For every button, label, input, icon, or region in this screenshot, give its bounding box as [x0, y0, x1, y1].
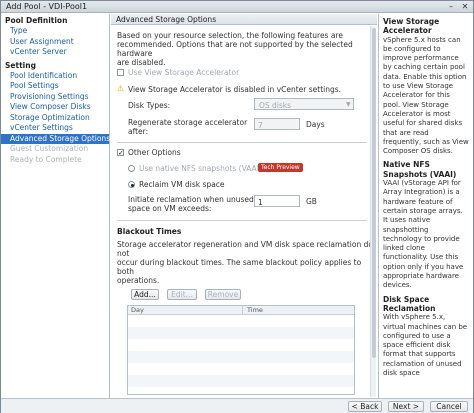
disk-types-label: Disk Types: [128, 101, 171, 110]
column-divider [242, 306, 243, 314]
help-panel: View Storage Accelerator vSphere 5.x hos… [378, 14, 473, 398]
back-button[interactable]: < Back [348, 401, 382, 412]
help-body-disk-space-reclamation: With vSphere 5.x, virtual machines can b… [383, 313, 468, 377]
window-title: Add Pool - VDI-Pool1 [6, 2, 88, 11]
other-options-checkbox[interactable] [117, 149, 124, 156]
title-bar: Add Pool - VDI-Pool1 – ✕ [1, 1, 473, 13]
table-header: Day Time [128, 306, 354, 315]
divider [117, 220, 367, 221]
nav-item-storage-optimization[interactable]: Storage Optimization [1, 113, 109, 124]
column-header-time: Time [247, 306, 263, 314]
nav-group-pool-definition: Pool Definition [5, 16, 68, 25]
wizard-footer: < Back Next > Cancel [1, 398, 473, 413]
blackout-description: Storage accelerator regeneration and VM … [117, 240, 373, 285]
nav-item-advanced-storage-options[interactable]: Advanced Storage Options [1, 133, 110, 144]
reclaim-vm-disk-space-radio[interactable] [128, 181, 135, 188]
help-title-disk-space-reclamation: Disk Space Reclamation [383, 294, 436, 313]
main-scrollbar[interactable] [370, 26, 376, 397]
nav-item-guest-customization: Guest Customization [10, 144, 89, 153]
table-row [128, 375, 354, 387]
nav-item-pool-settings[interactable]: Pool Settings [1, 81, 109, 92]
table-row [128, 339, 354, 351]
remove-blackout-button: Remove [205, 289, 241, 300]
blackout-times-table[interactable]: Day Time [127, 305, 355, 395]
accelerator-warning-text: View Storage Accelerator is disabled in … [128, 85, 342, 94]
reclamation-threshold-input[interactable]: 1 [254, 195, 300, 207]
native-nfs-snapshots-label: Use native NFS snapshots (VAAI) [139, 164, 262, 173]
reclamation-unit: GB [306, 197, 317, 206]
nav-item-vcenter-settings[interactable]: vCenter Settings [1, 123, 109, 134]
nav-group-setting: Setting [5, 60, 36, 70]
initiate-reclamation-label: Initiate reclamation when unused [128, 195, 254, 204]
nav-item-user-assignment[interactable]: User Assignment [1, 37, 109, 48]
nav-item-ready-to-complete: Ready to Complete [10, 154, 82, 164]
nav-item-view-composer-disks[interactable]: View Composer Disks [1, 102, 109, 113]
nav-item-provisioning-settings[interactable]: Provisioning Settings [1, 92, 109, 103]
help-title-native-nfs: Native NFS Snapshots (VAAI) [383, 160, 457, 179]
other-options-label: Other Options [128, 148, 181, 157]
scrollbar-thumb[interactable] [372, 28, 376, 358]
warning-icon: ⚠ [117, 84, 125, 93]
main-panel: Advanced Storage Options Based on your r… [111, 14, 377, 398]
table-row [128, 363, 354, 375]
page-title: Advanced Storage Options [111, 14, 377, 25]
cancel-button[interactable]: Cancel [430, 401, 468, 412]
regenerate-unit: Days [306, 120, 325, 129]
intro-text: Based on your resource selection, the fo… [117, 31, 353, 67]
nav-item-vcenter-server[interactable]: vCenter Server [1, 47, 109, 58]
add-blackout-button[interactable]: Add... [131, 289, 159, 300]
divider [117, 142, 367, 143]
tech-preview-badge: Tech Preview [258, 163, 303, 172]
table-row [128, 315, 354, 327]
blackout-times-heading: Blackout Times [117, 227, 182, 236]
wizard-nav: Pool Definition Type User Assignment vCe… [1, 14, 110, 398]
next-button[interactable]: Next > [388, 401, 424, 412]
chevron-down-icon: ▼ [346, 101, 351, 108]
add-pool-window: Add Pool - VDI-Pool1 – ✕ Pool Definition… [0, 0, 474, 413]
regenerate-days-input[interactable]: 7 [254, 118, 300, 130]
close-icon[interactable]: ✕ [460, 2, 470, 11]
column-header-day: Day [131, 306, 144, 314]
nav-item-type[interactable]: Type [1, 26, 109, 37]
regenerate-label-after: after: [128, 127, 149, 136]
edit-blackout-button: Edit... [167, 289, 197, 300]
use-view-storage-accelerator-checkbox[interactable] [117, 69, 124, 76]
use-view-storage-accelerator-label: Use View Storage Accelerator [128, 68, 240, 77]
regenerate-label: Regenerate storage accelerator [128, 118, 248, 127]
disk-types-select[interactable]: OS disks ▼ [254, 98, 354, 110]
help-title-view-storage-accelerator: View Storage Accelerator [383, 17, 440, 36]
help-body-view-storage-accelerator: vSphere 5.x hosts can be configured to i… [383, 35, 469, 156]
initiate-reclamation-label-2: space on VM exceeds: [128, 204, 212, 213]
table-row [128, 327, 354, 339]
minimize-icon[interactable]: – [446, 2, 456, 11]
help-body-native-nfs: VAAI (vStorage API for Array Integration… [383, 179, 464, 290]
native-nfs-snapshots-radio[interactable] [128, 165, 135, 172]
table-row [128, 351, 354, 363]
nav-item-pool-identification[interactable]: Pool Identification [1, 71, 109, 82]
reclaim-vm-disk-space-label: Reclaim VM disk space [139, 180, 225, 189]
